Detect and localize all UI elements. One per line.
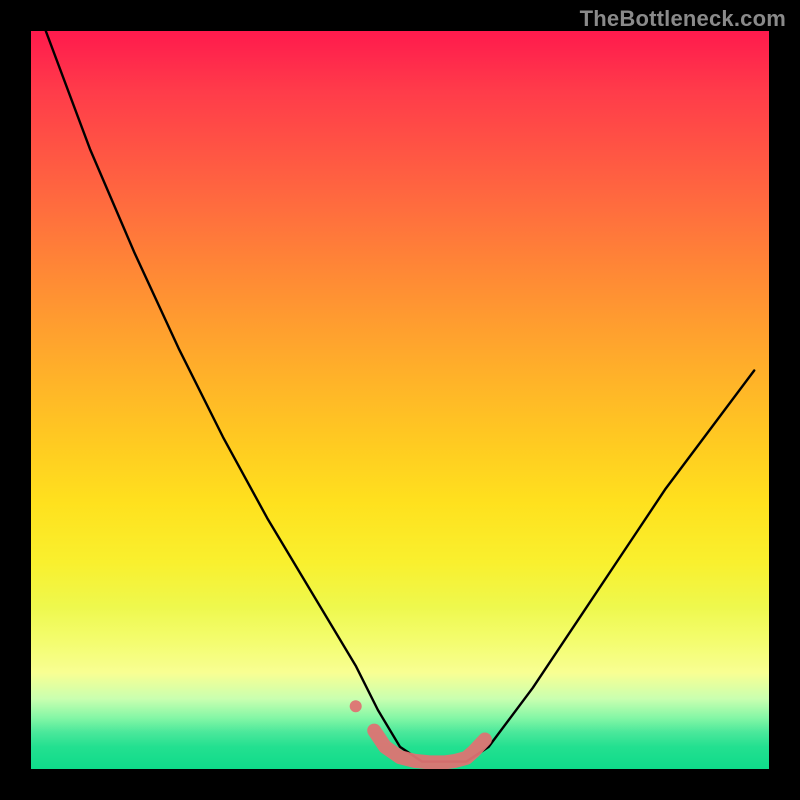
highlight-segment [374, 731, 485, 763]
chart-frame: TheBottleneck.com [0, 0, 800, 800]
highlight-dot [350, 700, 362, 712]
chart-svg-canvas [31, 31, 769, 769]
bottleneck-curve [46, 31, 754, 762]
chart-plot-area [31, 31, 769, 769]
watermark-label: TheBottleneck.com [580, 6, 786, 32]
